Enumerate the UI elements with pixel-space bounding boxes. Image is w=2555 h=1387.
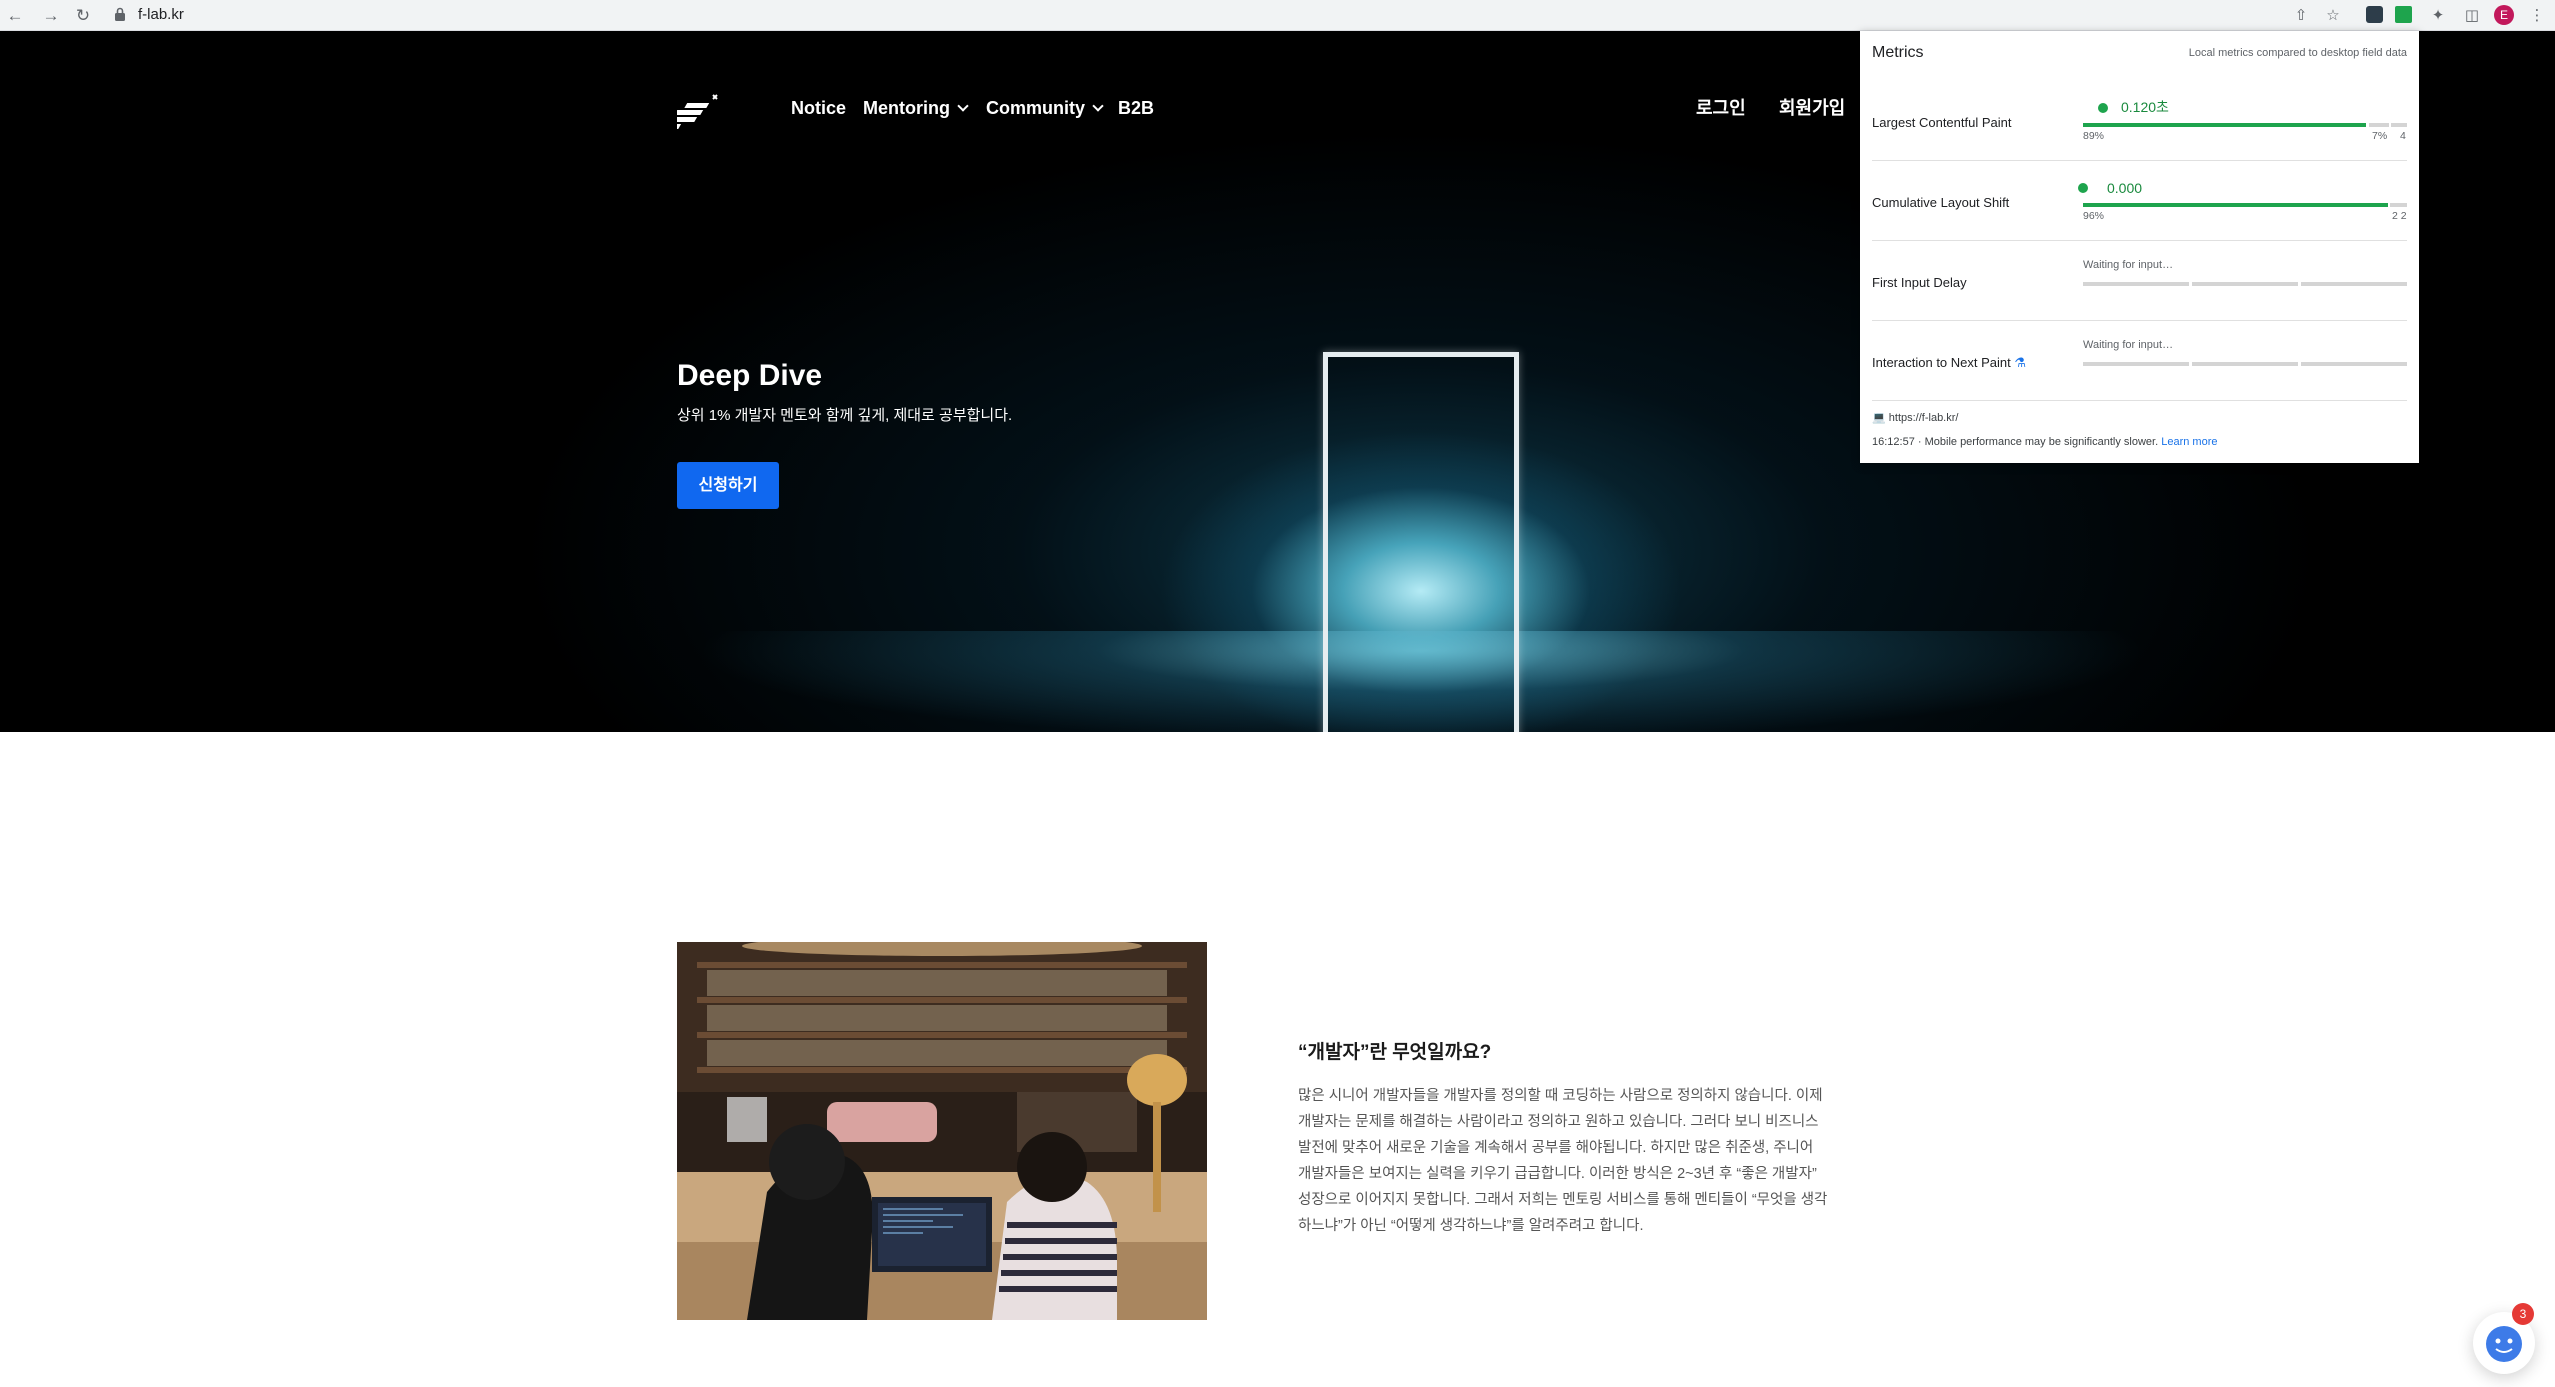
metric-bar-segment (2192, 362, 2298, 366)
metrics-time: 16:12:57 (1872, 436, 1915, 448)
chevron-down-icon (1092, 100, 1104, 112)
forward-icon[interactable]: → (40, 5, 62, 27)
metric-value: 0.120초 (2121, 99, 2169, 115)
metric-pct-mid: 7% (2372, 130, 2388, 142)
metric-bar-good (2083, 123, 2366, 127)
metric-pct-bad: 2 2 (2392, 210, 2407, 222)
chevron-down-icon (957, 100, 969, 112)
metric-row-lcp: Largest Contentful Paint 0.120초 89% 7% 4 (1872, 81, 2407, 161)
nav-notice-label: Notice (791, 98, 847, 118)
metric-bar-segment (2083, 282, 2189, 286)
hero-water-glow (0, 631, 2555, 732)
metric-status: Waiting for input… (2083, 339, 2174, 351)
profile-avatar[interactable]: E (2494, 5, 2514, 25)
intro-body: 많은 시니어 개발자들을 개발자를 정의할 때 코딩하는 사람으로 정의하지 않… (1298, 1088, 1828, 1234)
nav-notice[interactable]: Notice (791, 97, 846, 119)
f-lab-logo-icon[interactable] (677, 93, 723, 131)
metric-bar-segment (2192, 282, 2298, 286)
metric-marker (2078, 183, 2088, 193)
share-icon[interactable]: ⇧ (2290, 5, 2312, 27)
mentoring-photo (677, 942, 1207, 1320)
hero-door-frame (1323, 352, 1519, 732)
reload-icon[interactable]: ↻ (72, 5, 94, 27)
login-link[interactable]: 로그인 (1696, 97, 1746, 119)
metric-label: Interaction to Next Paint ⚗ (1872, 355, 2026, 371)
metric-pct-good: 96% (2083, 210, 2105, 222)
web-vitals-extension-icon[interactable] (2395, 6, 2412, 23)
nav-community-label: Community (986, 98, 1085, 118)
learn-more-link[interactable]: Learn more (2161, 436, 2217, 448)
laptop-icon: 💻 (1872, 412, 1886, 424)
metric-value: 0.000 (2107, 180, 2143, 196)
sidepanel-icon[interactable]: ◫ (2461, 5, 2483, 27)
nav-mentoring-label: Mentoring (863, 98, 950, 118)
signup-link[interactable]: 회원가입 (1779, 97, 1845, 119)
metric-bar-bad (2391, 123, 2407, 127)
metric-label: Largest Contentful Paint (1872, 115, 2012, 130)
browser-toolbar: ← → ↻ f-lab.kr ⇧ ☆ ✦ ◫ E ⋮ (0, 0, 2555, 31)
metric-bar-mid (2369, 123, 2389, 127)
intro-title: “개발자”란 무엇일까요? (1298, 1042, 1492, 1063)
extension-icon[interactable] (2366, 6, 2383, 23)
metric-bar-bad (2390, 203, 2407, 207)
url-text[interactable]: f-lab.kr (138, 5, 184, 25)
hero-subtitle: 상위 1% 개발자 멘토와 함께 깊게, 제대로 공부합니다. (677, 407, 1013, 424)
more-icon[interactable]: ⋮ (2526, 5, 2548, 27)
metric-label: First Input Delay (1872, 275, 1967, 290)
nav-b2b-label: B2B (1118, 98, 1155, 118)
metrics-title: Metrics (1872, 44, 1924, 61)
back-icon[interactable]: ← (4, 5, 26, 27)
nav-community[interactable]: Community (986, 97, 1104, 119)
metric-row-fid: First Input Delay Waiting for input… (1872, 241, 2407, 321)
hero-title: Deep Dive (677, 359, 823, 392)
nav-b2b[interactable]: B2B (1118, 97, 1154, 119)
nav-mentoring[interactable]: Mentoring (863, 97, 969, 119)
metric-row-cls: Cumulative Layout Shift 0.000 96% 2 2 (1872, 161, 2407, 241)
metric-status: Waiting for input… (2083, 259, 2174, 271)
chat-unread-badge: 3 (2512, 1303, 2534, 1325)
apply-button[interactable]: 신청하기 (677, 462, 779, 509)
metrics-site-url: https://f-lab.kr/ (1888, 412, 1959, 424)
metrics-subtitle: Local metrics compared to desktop field … (2188, 47, 2407, 59)
metric-label-text: Interaction to Next Paint (1872, 355, 2011, 370)
mentoring-photo-illustration (677, 942, 1207, 1320)
lock-icon[interactable] (114, 7, 126, 21)
metric-pct-bad: 4 (2400, 130, 2406, 142)
puzzle-icon[interactable]: ✦ (2427, 5, 2449, 27)
metric-row-inp: Interaction to Next Paint ⚗ Waiting for … (1872, 321, 2407, 401)
metric-marker (2098, 103, 2108, 113)
web-vitals-popup: Metrics Local metrics compared to deskto… (1860, 31, 2419, 463)
flask-icon: ⚗ (2014, 355, 2027, 370)
address-bar[interactable] (104, 3, 2274, 28)
metric-bar-segment (2301, 362, 2407, 366)
metric-bar-segment (2301, 282, 2407, 286)
metrics-site: 💻 https://f-lab.kr/ (1872, 411, 1958, 425)
metric-label: Cumulative Layout Shift (1872, 195, 2010, 210)
metric-bar-good (2083, 203, 2388, 207)
metric-bar-segment (2083, 362, 2189, 366)
metrics-footer: 16:12:57 · Mobile performance may be sig… (1872, 436, 2218, 448)
metrics-note: Mobile performance may be significantly … (1924, 436, 2159, 448)
metric-pct-good: 89% (2083, 130, 2105, 142)
bookmark-star-icon[interactable]: ☆ (2322, 5, 2344, 27)
